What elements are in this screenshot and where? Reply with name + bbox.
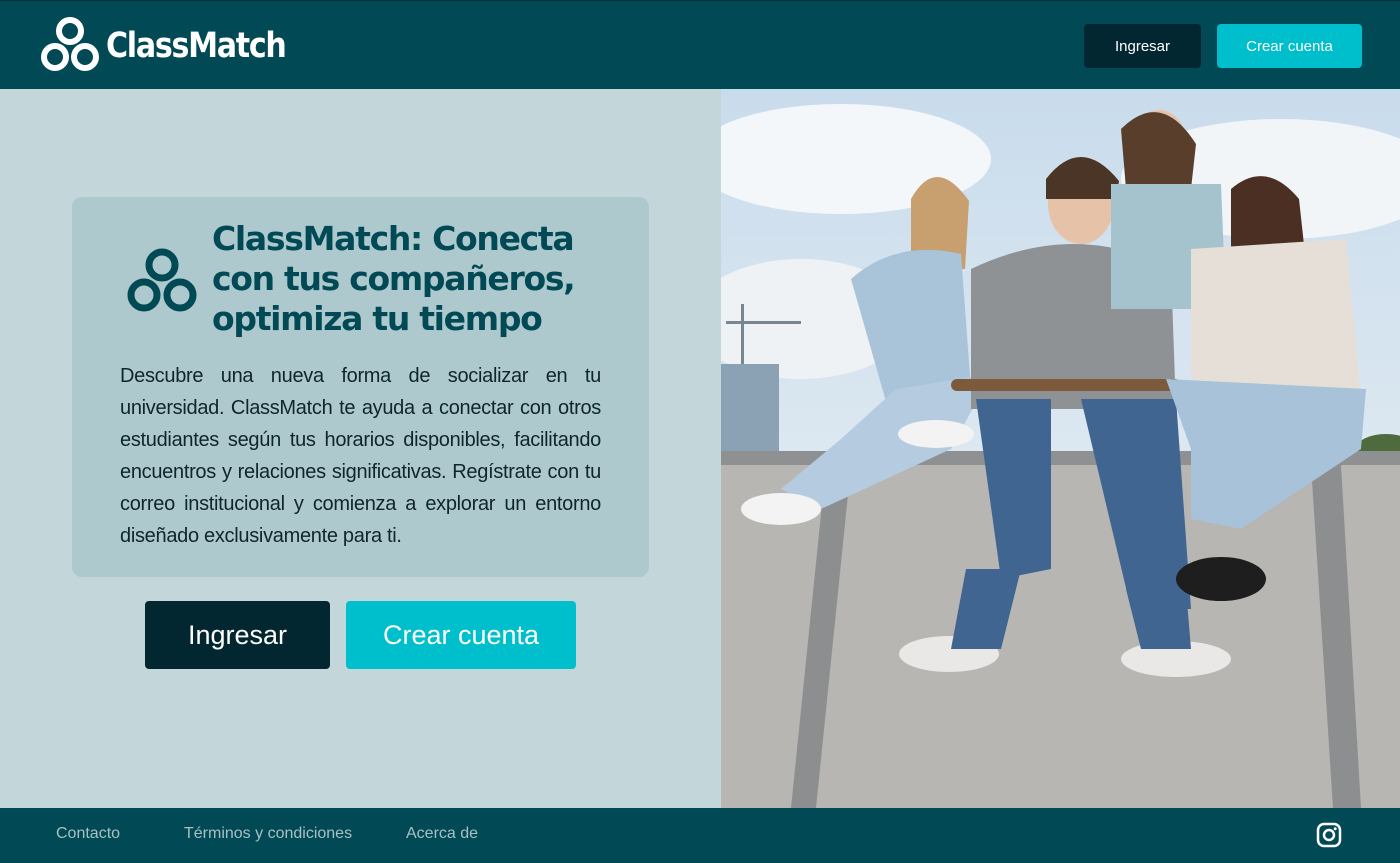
hero-signup-button[interactable]: Crear cuenta [346,601,576,669]
footer-link-acerca[interactable]: Acerca de [406,825,478,843]
header-signup-button[interactable]: Crear cuenta [1217,24,1362,68]
brand-logo[interactable]: ClassMatch [40,15,315,78]
instagram-icon[interactable] [1316,822,1342,853]
footer-bar: Contacto Términos y condiciones Acerca d… [0,808,1400,863]
brand-name: ClassMatch [106,26,287,66]
footer-link-terminos[interactable]: Términos y condiciones [184,825,352,843]
classmatch-logo-icon [40,15,100,78]
hero-title: ClassMatch: Conecta con tus compañeros, … [212,219,576,338]
hero-card: ClassMatch: Conecta con tus compañeros, … [72,197,649,577]
footer-link-contacto[interactable]: Contacto [56,825,120,843]
hero-photo [721,89,1400,808]
hero-login-button[interactable]: Ingresar [145,601,330,669]
header-login-button[interactable]: Ingresar [1084,24,1201,68]
top-nav-bar: ClassMatch Ingresar Crear cuenta [0,0,1400,89]
hero-description: Descubre una nueva forma de socializar e… [120,365,601,547]
classmatch-logo-icon [126,245,198,320]
